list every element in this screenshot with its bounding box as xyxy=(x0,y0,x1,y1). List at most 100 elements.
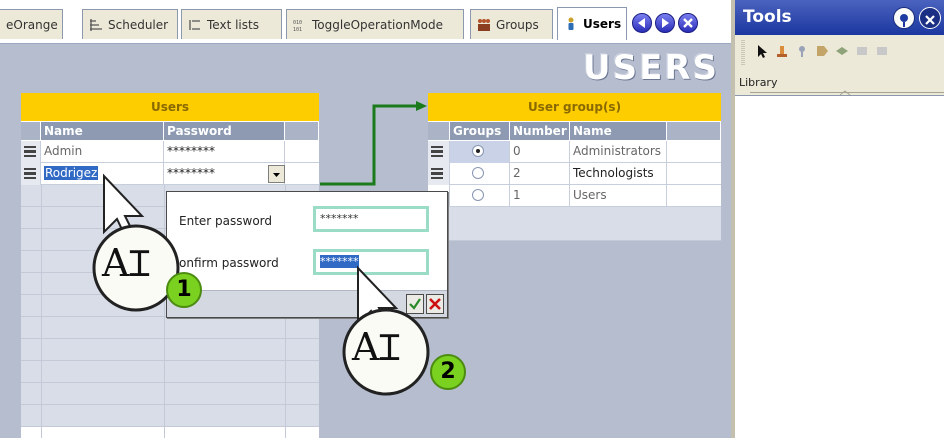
previous-tab-button[interactable] xyxy=(632,13,652,33)
group-name-cell: Technologists xyxy=(570,163,667,185)
text-list-icon xyxy=(189,19,200,30)
step-number-badge: 2 xyxy=(430,354,466,390)
empty-row xyxy=(428,207,721,241)
tab-label: Text lists xyxy=(207,17,259,32)
scheduler-icon xyxy=(90,18,102,31)
disabled-tool-icon[interactable] xyxy=(875,44,889,58)
svg-text:010: 010 xyxy=(293,20,302,26)
close-icon xyxy=(925,15,935,25)
group-select-cell[interactable] xyxy=(450,141,510,163)
group-radio[interactable] xyxy=(472,189,484,201)
column-header-number[interactable]: Number xyxy=(510,122,570,140)
select-arrow-icon[interactable] xyxy=(755,44,769,58)
empty-row xyxy=(21,317,319,339)
tab-toggle-operation-mode[interactable]: 010 101 ToggleOperationMode xyxy=(286,9,464,39)
text-cursor-letter: A xyxy=(352,325,380,369)
tab-label: Users xyxy=(583,17,622,31)
column-header-name[interactable]: Name xyxy=(41,122,164,140)
tab-text-lists[interactable]: Text lists xyxy=(181,9,282,39)
library-label[interactable]: Library xyxy=(739,76,777,89)
enter-password-field[interactable]: ******* xyxy=(313,206,429,232)
toolbar-grip-icon xyxy=(741,40,745,66)
tools-panel: Tools Library xyxy=(731,0,944,438)
empty-row xyxy=(21,405,319,427)
table-row[interactable]: 0 Administrators xyxy=(428,141,721,163)
group-select-cell[interactable] xyxy=(450,185,510,207)
groups-icon xyxy=(478,18,490,31)
connector-arrow xyxy=(320,101,427,186)
row-handle-icon xyxy=(24,146,36,157)
group-number-cell: 2 xyxy=(510,163,570,185)
tab-scheduler[interactable]: Scheduler xyxy=(82,9,178,39)
binary-icon: 010101 xyxy=(293,20,302,32)
column-header-password[interactable]: Password xyxy=(164,122,285,140)
group-select-cell[interactable] xyxy=(450,163,510,185)
group-name-cell: Users xyxy=(570,185,667,207)
user-groups-table: User group(s) Groups Number Name 0 Admin… xyxy=(428,93,721,241)
text-cursor-letter: A xyxy=(102,241,130,285)
text-cursor-glyph: AꞮ xyxy=(102,238,160,287)
tab-label: Scheduler xyxy=(108,17,169,32)
empty-row xyxy=(21,361,319,383)
text-cursor-glyph: AꞮ xyxy=(352,322,410,371)
library-content xyxy=(735,95,944,438)
layer-icon[interactable] xyxy=(835,44,849,58)
column-header-name[interactable]: Name xyxy=(570,122,667,140)
row-handle-icon xyxy=(24,168,36,179)
row-handle-icon xyxy=(431,146,443,157)
stamp-icon[interactable] xyxy=(775,44,789,58)
pin-tool-icon[interactable] xyxy=(795,44,809,58)
row-handle[interactable] xyxy=(21,163,41,185)
group-number-cell: 1 xyxy=(510,185,570,207)
close-editor-button[interactable] xyxy=(678,13,698,33)
user-name-cell[interactable]: Admin xyxy=(41,141,164,163)
password-dropdown-button[interactable] xyxy=(268,165,285,183)
column-header-filler xyxy=(285,122,319,140)
row-header-column xyxy=(21,122,41,140)
pin-icon xyxy=(900,14,908,27)
page-title: USERS xyxy=(583,48,719,88)
column-divider xyxy=(41,185,42,438)
pin-button[interactable] xyxy=(893,7,915,29)
group-number-cell: 0 xyxy=(510,141,570,163)
group-radio[interactable] xyxy=(472,167,484,179)
disabled-tool-icon[interactable] xyxy=(855,44,869,58)
close-icon xyxy=(683,18,693,28)
users-table-title: Users xyxy=(21,93,319,121)
step-1-callout: AꞮ 1 xyxy=(84,168,214,313)
editor-tab-strip: eOrange Scheduler Text lists 010 101 Togg… xyxy=(0,0,731,44)
tab-groups[interactable]: Groups xyxy=(470,9,553,39)
table-row[interactable]: Admin ******** xyxy=(21,141,319,163)
table-row[interactable]: 2 Technologists xyxy=(428,163,721,185)
tools-title: Tools xyxy=(743,7,792,27)
row-handle[interactable] xyxy=(428,141,450,163)
tab-users[interactable]: Users xyxy=(557,7,627,40)
row-handle-icon xyxy=(431,168,443,179)
empty-row xyxy=(21,339,319,361)
user-password-cell[interactable]: ******** xyxy=(164,141,285,163)
close-tools-button[interactable] xyxy=(919,7,941,29)
group-radio-selected[interactable] xyxy=(472,145,484,157)
tools-toolbar: Library xyxy=(735,36,944,89)
tab-label: Groups xyxy=(496,17,539,32)
tab-eorange[interactable]: eOrange xyxy=(0,9,63,39)
row-handle[interactable] xyxy=(21,141,41,163)
ibeam-icon: Ɪ xyxy=(379,328,400,369)
ibeam-icon: Ɪ xyxy=(129,244,150,285)
empty-row xyxy=(21,383,319,405)
column-header-groups[interactable]: Groups xyxy=(450,122,510,140)
table-row[interactable]: 1 Users xyxy=(428,185,721,207)
tab-label: ToggleOperationMode xyxy=(312,17,443,32)
step-2-callout: AꞮ 2 xyxy=(330,260,470,410)
next-tab-button[interactable] xyxy=(655,13,675,33)
user-icon xyxy=(568,17,574,30)
tab-label: eOrange xyxy=(6,17,58,32)
tag-icon[interactable] xyxy=(815,44,829,58)
arrow-left-icon xyxy=(638,18,645,28)
user-groups-table-title: User group(s) xyxy=(428,93,721,121)
tools-title-bar: Tools xyxy=(735,0,944,35)
row-handle[interactable] xyxy=(428,163,450,185)
column-header-filler xyxy=(667,122,721,140)
step-number-badge: 1 xyxy=(166,272,202,308)
chevron-down-icon xyxy=(273,173,280,177)
